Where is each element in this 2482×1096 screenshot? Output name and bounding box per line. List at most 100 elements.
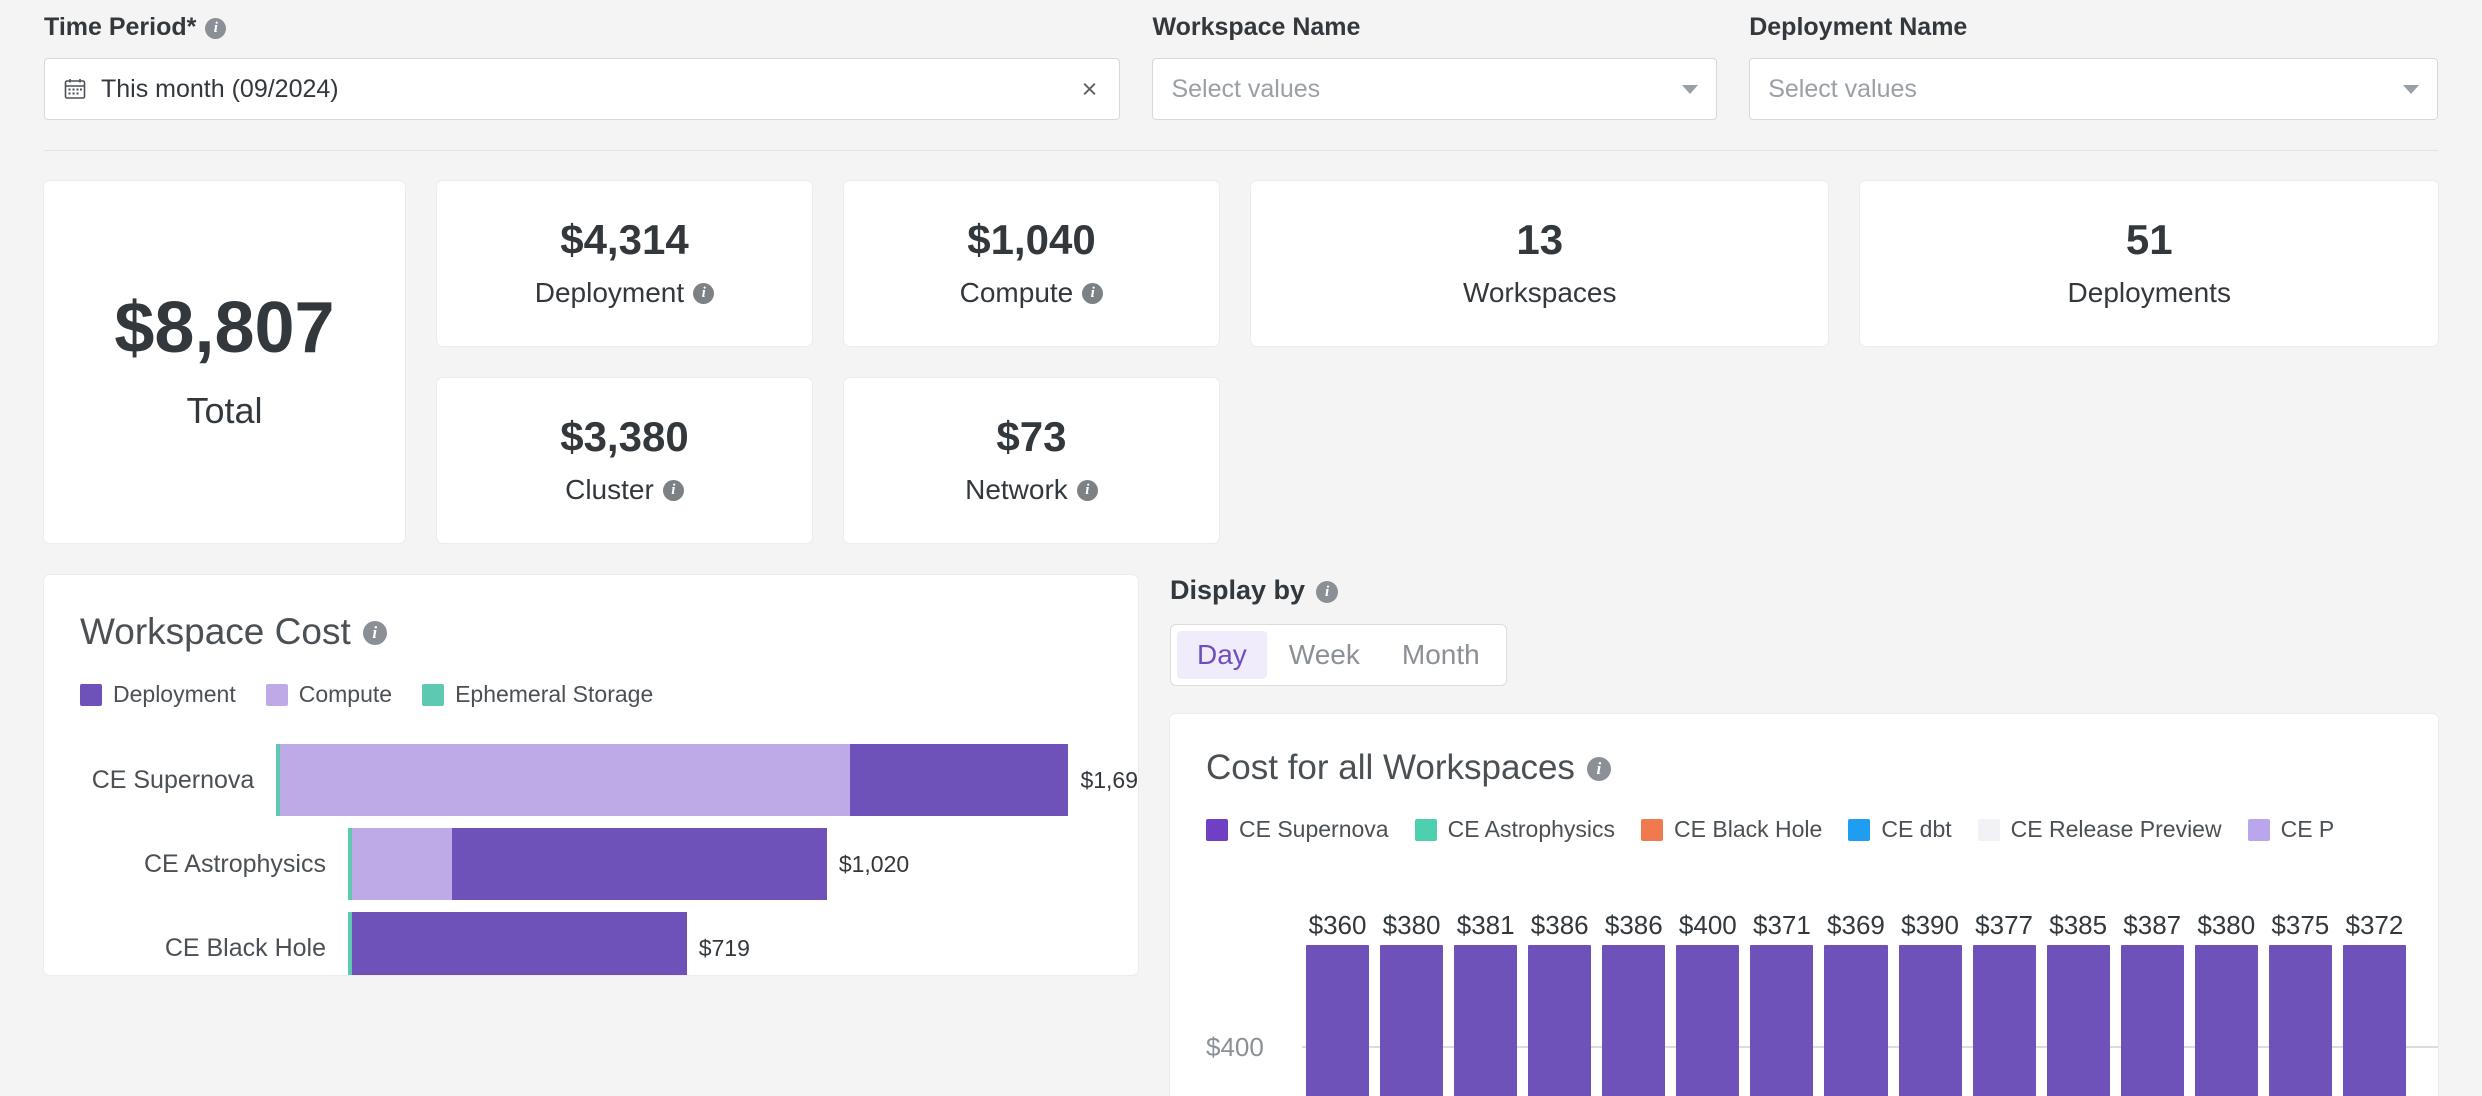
workspace-name-label: Workspace Name [1152,12,1717,42]
workspace-cost-bar-row[interactable]: CE Black Hole $719 [80,906,1138,975]
cost-all-bar-rect [2194,945,2258,1096]
cost-all-bar-value: $375 [2271,910,2330,941]
cost-all-bar-value: $372 [2345,910,2404,941]
cost-all-bar[interactable]: $369 [1824,910,1888,1096]
info-icon[interactable]: i [662,480,684,501]
legend-item[interactable]: CE Release Preview [1977,816,2222,843]
kpi-compute-label-text: Compute [959,276,1074,308]
cost-all-bar[interactable]: $375 [2268,910,2332,1096]
cost-all-legend: CE Supernova CE Astrophysics CE Black Hole… [1206,816,2438,843]
display-by-option-month[interactable]: Month [1382,631,1500,679]
kpi-deployments-label: Deployments [2067,276,2231,308]
cost-all-title: Cost for all Workspaces i [1206,748,2438,788]
info-icon[interactable]: i [693,283,715,304]
info-icon[interactable]: i [362,621,387,645]
cost-all-bar-rect [1972,945,2036,1096]
calendar-icon [64,79,86,99]
cost-all-bar[interactable]: $380 [2194,910,2258,1096]
kpi-row: $8,807 Total $4,314 Deployment i $3,380 … [0,151,2482,543]
legend-swatch-icon [1641,818,1664,841]
legend-item-label: Compute [298,681,393,707]
workspace-cost-bar-label: CE Supernova [91,765,255,794]
time-period-input[interactable]: This month (09/2024) × [44,58,1121,120]
kpi-card-deployment: $4,314 Deployment i [436,181,812,346]
workspace-cost-bar-row[interactable]: CE Supernova $1,69 [80,738,1138,822]
deployment-name-placeholder: Select values [1768,74,1917,103]
workspace-cost-bar-value: $719 [698,934,750,961]
legend-item-label: CE dbt [1881,816,1952,843]
info-icon[interactable]: i [1586,757,1611,782]
legend-swatch-icon [1977,818,2000,841]
cost-all-bar-value: $377 [1975,910,2034,941]
workspace-cost-bar-row[interactable]: CE Astrophysics $1,020 [80,822,1138,906]
info-icon[interactable]: i [205,17,227,39]
kpi-network-label: Network i [965,474,1098,506]
cost-all-bar[interactable]: $372 [2342,910,2406,1096]
workspace-cost-bar-segment [451,828,827,900]
cost-all-bar-rect [1898,945,1962,1096]
legend-item[interactable]: CE Black Hole [1641,816,1822,843]
workspace-cost-bar-label: CE Black Hole [164,933,326,962]
lower-section: Workspace Cost i Deployment Compute Epheme… [0,543,2482,1096]
display-by-option-day[interactable]: Day [1177,631,1267,680]
cost-all-bar[interactable]: $385 [2046,910,2110,1096]
cost-all-bar[interactable]: $377 [1972,910,2036,1096]
workspace-cost-legend: Deployment Compute Ephemeral Storage [80,681,1138,708]
legend-swatch-icon [265,683,288,706]
kpi-card-compute: $1,040 Compute i [843,181,1219,346]
workspace-cost-bar-segment [850,744,1069,816]
cost-all-bar[interactable]: $360 [1306,910,1370,1096]
y-axis-tick-label: $400 [1206,1032,1264,1063]
kpi-network-value: $73 [996,412,1067,460]
cost-all-bar[interactable]: $386 [1602,910,1666,1096]
legend-item-label: CE Release Preview [2010,816,2222,843]
filter-bar: Time Period * i This month (09/2024) × W… [0,0,2482,120]
display-by-toggle[interactable]: Day Week Month [1170,624,1507,687]
legend-item[interactable]: CE dbt [1848,816,1952,843]
cost-all-bar-rect [2046,945,2110,1096]
cost-all-bar[interactable]: $381 [1454,910,1518,1096]
workspace-cost-title-text: Workspace Cost [80,611,351,652]
display-by-label: Display by i [1170,575,2438,606]
legend-item[interactable]: Deployment [80,681,236,708]
cost-all-bar-value: $385 [2049,910,2108,941]
kpi-total-value: $8,807 [114,288,335,368]
display-by-option-week[interactable]: Week [1269,631,1380,679]
cost-all-bar[interactable]: $400 [1676,910,1740,1096]
cost-all-bar-rect [2120,945,2184,1096]
cost-all-bar[interactable]: $380 [1380,910,1444,1096]
chevron-down-icon[interactable] [1682,84,1699,94]
info-icon[interactable]: i [1076,480,1098,501]
legend-item-label: CE Supernova [1239,816,1389,843]
legend-item-label: CE P [2280,816,2335,843]
workspace-name-select[interactable]: Select values [1152,58,1718,120]
filter-workspace-name: Workspace Name Select values [1152,12,1749,120]
info-icon[interactable]: i [1316,580,1339,603]
clear-icon[interactable]: × [1078,75,1102,103]
legend-item-label: Deployment [113,681,236,707]
deployment-name-select[interactable]: Select values [1749,58,2438,120]
cost-all-bar-value: $360 [1308,910,1367,941]
legend-item[interactable]: Ephemeral Storage [422,681,653,708]
workspace-cost-bar-segment [352,828,452,900]
kpi-card-workspaces: 13 Workspaces [1250,181,1829,346]
cost-all-bar[interactable]: $387 [2120,910,2184,1096]
cost-all-bar[interactable]: $386 [1528,910,1592,1096]
cost-all-bar[interactable]: $390 [1898,910,1962,1096]
cost-all-bar[interactable]: $371 [1750,910,1814,1096]
legend-swatch-icon [422,683,445,706]
chevron-down-icon[interactable] [2402,84,2419,94]
kpi-card-deployments: 51 Deployments [1860,181,2439,346]
workspace-cost-bar-track: $1,69 [276,744,1138,816]
cost-all-bar-value: $381 [1456,910,1515,941]
kpi-card-total: $8,807 Total [44,181,405,543]
legend-item[interactable]: CE P [2247,816,2335,843]
cost-all-chart: $400 $360 $380 $381 $386 $386 $400 $371 $369 $39… [1206,910,2438,1096]
workspace-cost-bar-track: $1,020 [348,828,1138,900]
legend-item[interactable]: CE Astrophysics [1414,816,1615,843]
kpi-deployment-value: $4,314 [560,215,689,263]
legend-item[interactable]: Compute [265,681,393,708]
legend-item[interactable]: CE Supernova [1206,816,1389,843]
info-icon[interactable]: i [1082,283,1104,304]
required-asterisk: * [186,13,197,41]
